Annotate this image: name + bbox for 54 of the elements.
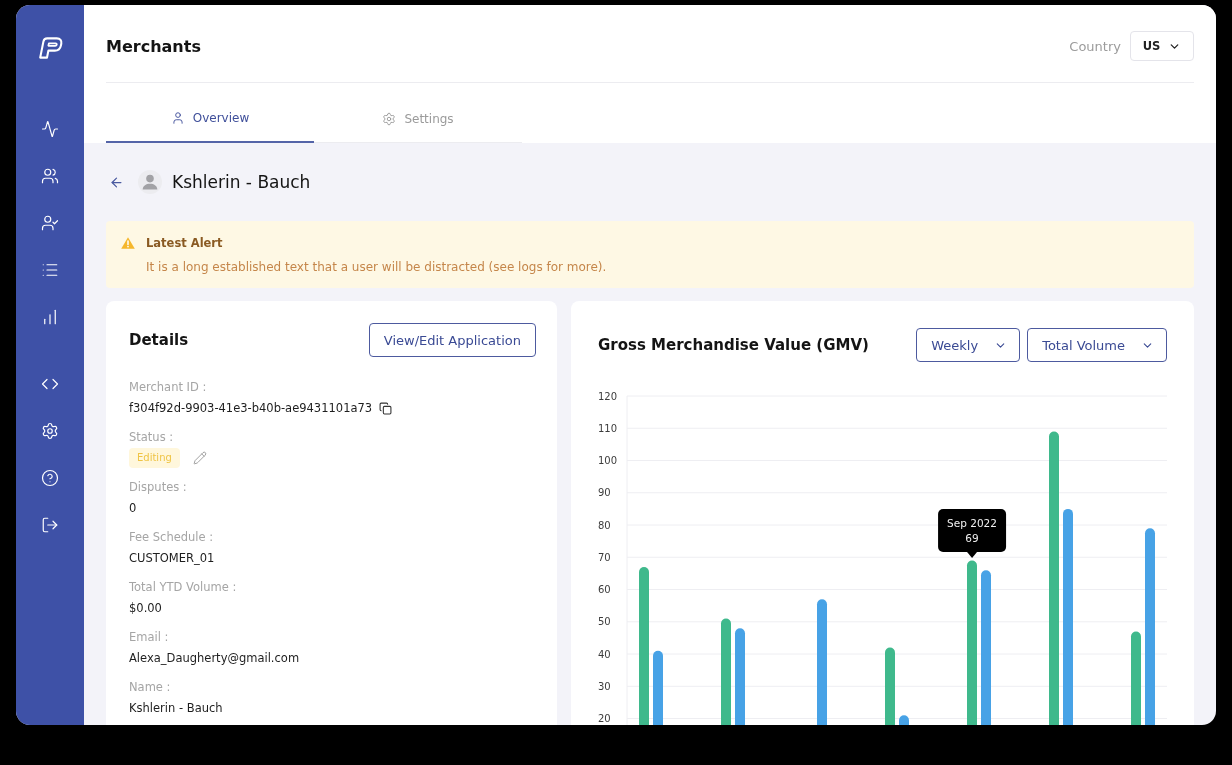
field-label: Merchant ID : bbox=[129, 379, 207, 395]
field-value: Kshlerin - Bauch bbox=[129, 700, 223, 717]
axis-tick-label: 40 bbox=[598, 648, 611, 660]
axis-tick-label: 70 bbox=[598, 551, 611, 563]
field-value: Alexa_Daugherty@gmail.com bbox=[129, 650, 300, 667]
country-label: Country bbox=[1069, 38, 1121, 54]
alert-message: It is a long established text that a user will be distracted (see logs for more). bbox=[146, 259, 607, 276]
tooltip-arrow-icon bbox=[967, 551, 977, 558]
copy-icon[interactable] bbox=[379, 401, 393, 415]
view-edit-button[interactable]: View/Edit Application bbox=[368, 323, 536, 357]
axis-tick-label: 110 bbox=[598, 422, 618, 434]
chart-tooltip: Sep 2022 69 bbox=[938, 508, 1006, 552]
avatar-icon bbox=[138, 170, 162, 194]
card-title: Gross Merchandise Value (GMV) bbox=[598, 336, 869, 354]
axis-tick-label: 80 bbox=[598, 519, 611, 531]
help-icon[interactable] bbox=[41, 469, 59, 487]
country-select[interactable]: US bbox=[1130, 31, 1194, 61]
settings-icon[interactable] bbox=[41, 422, 59, 440]
field-value: CUSTOMER_01 bbox=[129, 550, 215, 567]
logout-icon[interactable] bbox=[41, 516, 59, 534]
field-label: Fee Schedule : bbox=[129, 529, 214, 545]
field-label: Disputes : bbox=[129, 479, 187, 495]
user-icon bbox=[170, 111, 185, 125]
field-value: 0 bbox=[129, 500, 137, 517]
field-value: $0.00 bbox=[129, 600, 162, 617]
users-icon[interactable] bbox=[41, 167, 59, 185]
page-title: Merchants bbox=[106, 36, 201, 56]
card-title: Details bbox=[129, 331, 189, 349]
merchant-name: Kshlerin - Bauch bbox=[172, 172, 311, 192]
settings-icon bbox=[382, 111, 397, 126]
field-label: Name : bbox=[129, 679, 171, 695]
list-icon[interactable] bbox=[41, 261, 59, 279]
status-badge: Editing bbox=[129, 448, 180, 468]
axis-tick-label: 90 bbox=[598, 487, 611, 499]
field-label: Status : bbox=[129, 429, 174, 445]
app-logo[interactable] bbox=[37, 37, 63, 59]
bar-chart-icon[interactable] bbox=[41, 308, 59, 326]
user-check-icon[interactable] bbox=[41, 214, 59, 232]
alert-title: Latest Alert bbox=[146, 235, 223, 252]
warning-icon bbox=[121, 237, 135, 249]
axis-tick-label: 20 bbox=[598, 713, 611, 725]
axis-tick-label: 120 bbox=[598, 390, 618, 402]
field-label: Email : bbox=[129, 629, 169, 645]
axis-tick-label: 30 bbox=[598, 680, 611, 692]
tab[interactable]: Overview bbox=[106, 83, 314, 143]
field-value: f304f92d-9903-41e3-b40b-ae9431101a73 bbox=[129, 400, 373, 417]
chart-bar bbox=[899, 715, 909, 725]
axis-tick-label: 60 bbox=[598, 584, 611, 596]
axis-tick-label: 100 bbox=[598, 455, 618, 466]
axis-tick-label: 50 bbox=[598, 616, 611, 628]
pulse-icon[interactable] bbox=[41, 120, 59, 138]
dropdown-button[interactable]: Total Volume bbox=[1027, 328, 1167, 362]
field-label: Total YTD Volume : bbox=[129, 579, 237, 595]
dropdown-button[interactable]: Weekly bbox=[916, 328, 1021, 362]
